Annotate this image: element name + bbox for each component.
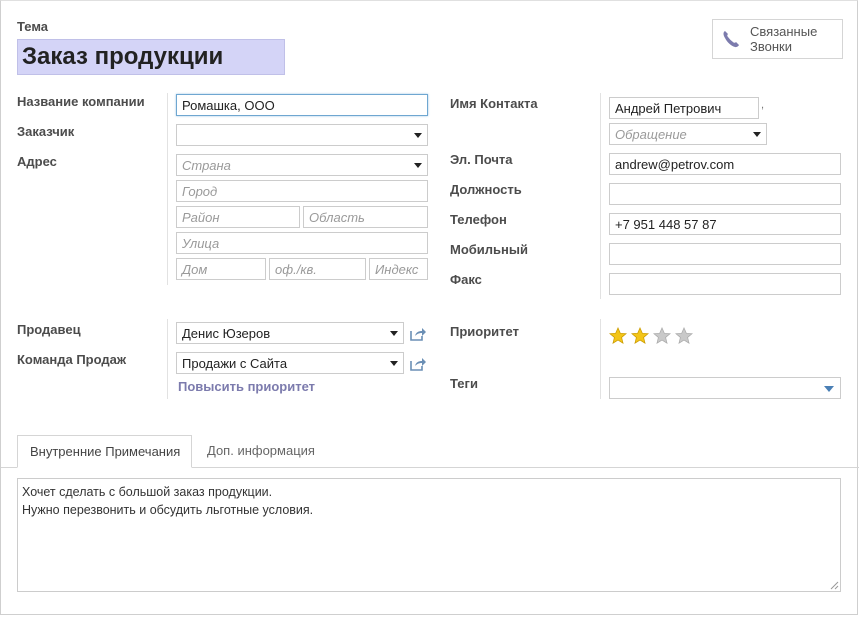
apartment-input[interactable]: оф./кв. [269,258,366,280]
left-divider [167,93,168,285]
page-title: Заказ продукции [22,43,224,70]
zip-input[interactable]: Индекс [369,258,428,280]
company-input[interactable]: Ромашка, ООО [176,94,428,116]
notes-line: Хочет сделать с большой заказ продукции. [22,485,273,499]
priority-label: Приоритет [450,324,519,339]
star-filled-icon[interactable] [608,326,628,345]
right-divider [600,93,601,299]
mobile-input[interactable] [609,243,841,265]
star-filled-icon[interactable] [630,326,650,345]
tags-label: Теги [450,376,478,391]
related-calls-label-2: Звонки [750,39,792,54]
house-input[interactable]: Дом [176,258,266,280]
star-empty-icon[interactable] [674,326,694,345]
salesperson-label: Продавец [17,322,81,337]
street-input[interactable]: Улица [176,232,428,254]
mobile-label: Мобильный [450,242,528,257]
customer-label: Заказчик [17,124,75,139]
lead-form-sheet: Тема Заказ продукции Связанные Звонки На… [0,0,859,615]
tab-label: Внутренние Примечания [30,444,181,459]
contact-name-input[interactable]: Андрей Петрович [609,97,759,119]
resize-handle-icon[interactable] [830,581,839,590]
customer-select[interactable] [176,124,428,146]
fax-label: Факс [450,272,482,287]
related-calls-label-1: Связанные [750,24,818,39]
company-label: Название компании [17,94,145,109]
sales-divider [167,319,168,399]
email-input[interactable]: andrew@petrov.com [609,153,841,175]
tab-label: Доп. информация [207,443,315,458]
sales-team-select[interactable]: Продажи с Сайта [176,352,404,374]
district-input[interactable]: Район [176,206,300,228]
phone-label: Телефон [450,212,507,227]
external-link-icon[interactable] [409,326,427,342]
sales-team-label: Команда Продаж [17,352,127,367]
raise-priority-link[interactable]: Повысить приоритет [178,379,315,394]
phone-icon [723,31,739,48]
phone-input[interactable]: +7 951 448 57 87 [609,213,841,235]
external-link-icon[interactable] [409,356,427,372]
subject-label: Тема [17,19,49,34]
star-empty-icon[interactable] [652,326,672,345]
priority-stars[interactable] [608,326,697,347]
salesperson-select[interactable]: Денис Юзеров [176,322,404,344]
internal-notes-textarea[interactable]: Хочет сделать с большой заказ продукции.… [17,478,841,592]
chevron-down-icon [824,386,834,392]
related-calls-button[interactable]: Связанные Звонки [712,19,843,59]
position-label: Должность [450,182,522,197]
comma-separator: , [761,99,765,111]
address-label: Адрес [17,154,57,169]
notes-line: Нужно перезвонить и обсудить льготные ус… [22,503,314,517]
city-input[interactable]: Город [176,180,428,202]
title-field[interactable]: Заказ продукции [17,39,285,75]
position-input[interactable] [609,183,841,205]
region-input[interactable]: Область [303,206,428,228]
contact-name-label: Имя Контакта [450,96,538,111]
sales-right-divider [600,319,601,399]
country-select[interactable]: Страна [176,154,428,176]
tags-select[interactable] [609,377,841,399]
salutation-select[interactable]: Обращение [609,123,767,145]
tab-internal-notes[interactable]: Внутренние Примечания [17,435,192,468]
email-label: Эл. Почта [450,152,513,167]
fax-input[interactable] [609,273,841,295]
